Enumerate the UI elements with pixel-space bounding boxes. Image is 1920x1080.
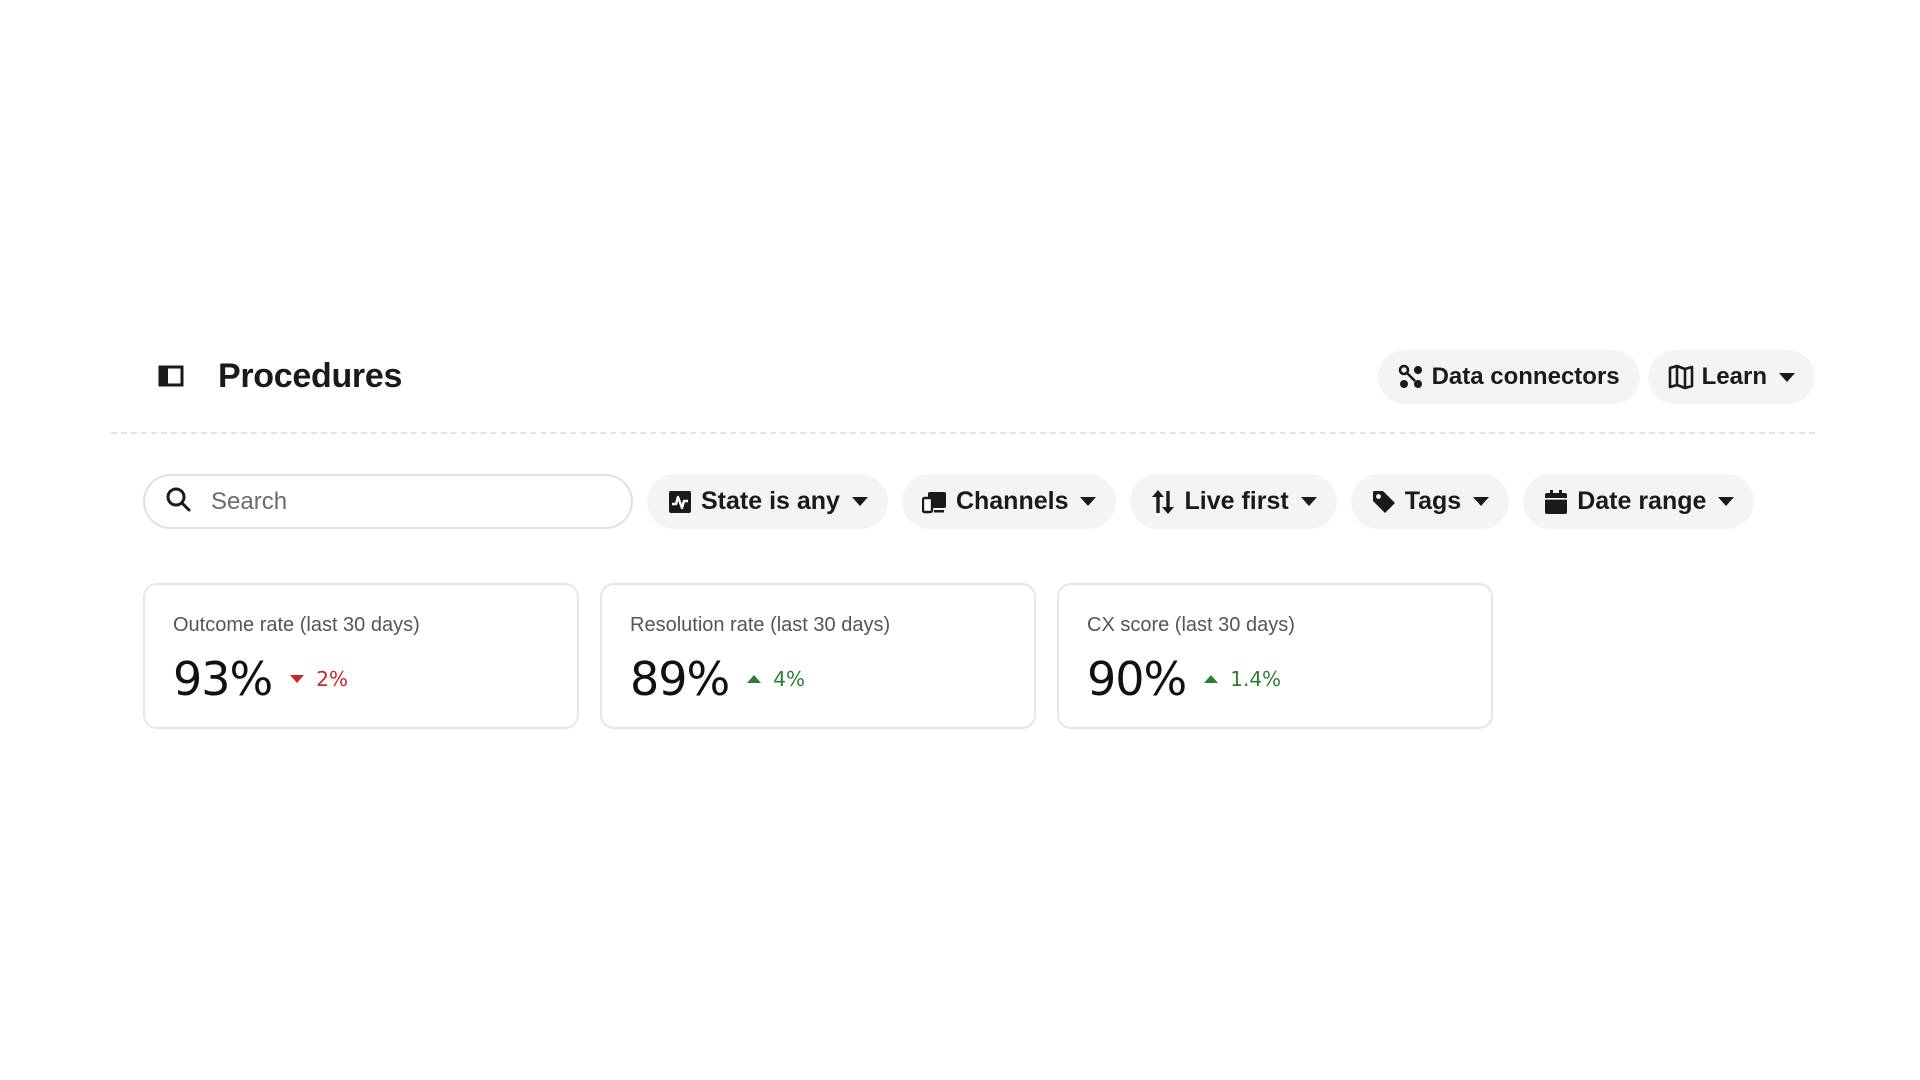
metric-delta-value: 1.4% [1230, 667, 1282, 691]
tag-icon [1371, 489, 1397, 515]
sort-filter-label: Live first [1184, 487, 1289, 515]
metric-delta-value: 4% [773, 667, 805, 691]
metric-value: 93% [173, 652, 273, 706]
header-divider [111, 432, 1815, 434]
metric-delta: 2% [290, 667, 348, 691]
tags-filter-label: Tags [1404, 487, 1462, 515]
learn-label: Learn [1701, 363, 1767, 390]
date-range-filter[interactable]: Date range [1523, 474, 1755, 529]
tags-filter[interactable]: Tags [1350, 474, 1510, 529]
data-connectors-button[interactable]: Data connectors [1377, 350, 1640, 404]
chevron-down-icon [1718, 497, 1735, 506]
page-header: Procedures Data connectors Learn [111, 350, 1815, 406]
triangle-up-icon [747, 675, 762, 683]
chevron-down-icon [1080, 497, 1097, 506]
state-filter-label: State is any [701, 487, 840, 515]
triangle-down-icon [290, 675, 305, 683]
connectors-icon [1398, 364, 1424, 390]
metric-card-resolution-rate: Resolution rate (last 30 days) 89% 4% [600, 583, 1036, 729]
metric-label: Resolution rate (last 30 days) [630, 614, 891, 636]
channels-filter[interactable]: Channels [901, 474, 1117, 529]
search-input[interactable] [211, 487, 611, 516]
map-book-icon [1668, 364, 1694, 390]
sidebar-toggle-icon[interactable] [155, 360, 187, 392]
search-box[interactable] [143, 474, 633, 529]
page-title: Procedures [218, 357, 403, 395]
learn-button[interactable]: Learn [1647, 350, 1815, 404]
metric-delta-value: 2% [316, 667, 348, 691]
metric-value: 89% [630, 652, 730, 706]
metric-delta: 4% [747, 667, 805, 691]
metric-label: Outcome rate (last 30 days) [173, 614, 420, 636]
calendar-icon [1543, 489, 1569, 515]
header-actions: Data connectors Learn [1377, 350, 1815, 404]
metrics-cards: Outcome rate (last 30 days) 93% 2% Resol… [143, 583, 1493, 729]
metric-delta: 1.4% [1204, 667, 1281, 691]
date-range-filter-label: Date range [1577, 487, 1707, 515]
activity-chart-icon [667, 489, 693, 515]
filter-bar: State is any Channels [143, 474, 1755, 529]
chevron-down-icon [851, 497, 868, 506]
chevron-down-icon [1473, 497, 1490, 506]
channels-filter-label: Channels [955, 487, 1069, 515]
sort-filter[interactable]: Live first [1130, 474, 1337, 529]
search-icon [165, 486, 191, 517]
procedures-page: Procedures Data connectors Learn Search … [0, 0, 1920, 1080]
sort-arrows-icon [1150, 489, 1176, 515]
state-filter[interactable]: State is any [647, 474, 888, 529]
channels-icon [921, 489, 948, 515]
chevron-down-icon [1300, 497, 1317, 506]
chevron-down-icon [1779, 372, 1795, 382]
metric-value: 90% [1087, 652, 1187, 706]
metric-label: CX score (last 30 days) [1087, 614, 1295, 636]
data-connectors-label: Data connectors [1431, 363, 1620, 390]
triangle-up-icon [1204, 675, 1219, 683]
metric-card-outcome-rate: Outcome rate (last 30 days) 93% 2% [143, 583, 579, 729]
metric-card-cx-score: CX score (last 30 days) 90% 1.4% [1057, 583, 1493, 729]
